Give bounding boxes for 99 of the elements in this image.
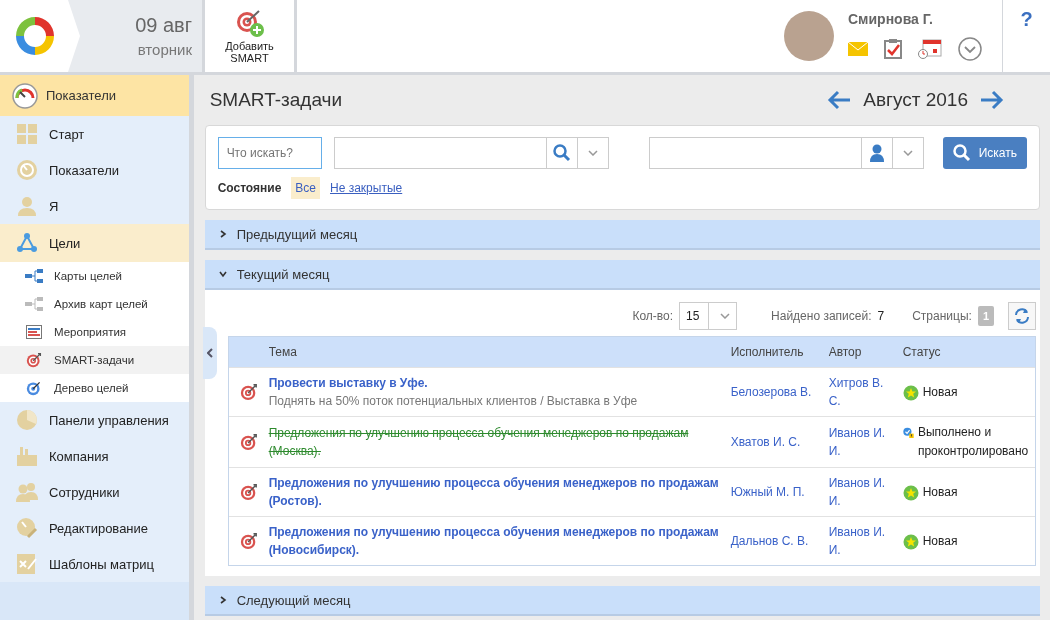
sidebar-item[interactable]: Шаблоны матриц [0, 546, 189, 582]
chevron-right-icon [218, 596, 227, 604]
weekday: вторник [137, 41, 192, 58]
sidebar-subitem[interactable]: Дерево целей [0, 374, 189, 402]
template-icon [16, 553, 38, 575]
target-icon [26, 352, 42, 368]
sidebar-subitem[interactable]: Карты целей [0, 262, 189, 290]
caret-icon[interactable] [587, 150, 598, 156]
gauge-pencil-icon [16, 517, 38, 539]
collapse-handle[interactable] [203, 327, 217, 379]
star-badge-icon [902, 384, 919, 401]
period-label: Август 2016 [863, 89, 968, 111]
search-icon[interactable] [552, 144, 571, 162]
triangle-nodes-icon [16, 232, 38, 254]
column-header[interactable]: Тема [268, 345, 731, 359]
found-label: Найдено записей: [771, 309, 872, 323]
calendar-clock-icon[interactable] [918, 39, 942, 59]
target-plus-icon [234, 8, 265, 38]
target-icon [239, 483, 258, 501]
date: 09 авг [135, 14, 192, 37]
author-link[interactable]: Иванов И. И. [828, 474, 889, 510]
sidebar-item[interactable]: Редактирование [0, 510, 189, 546]
count-select[interactable]: 15 [679, 302, 738, 330]
sidebar-subitem[interactable]: Архив карт целей [0, 290, 189, 318]
task-title-link[interactable]: Предложения по улучшению процесса обучения менеджеров по продажам (Москва). [268, 424, 731, 460]
target-icon [239, 532, 258, 550]
executor-link[interactable]: Белозерова В. [730, 383, 812, 401]
hierarchy-icon [25, 297, 43, 311]
state-filter-link[interactable]: Не закрытые [326, 177, 407, 199]
author-link[interactable]: Иванов И. И. [828, 523, 889, 559]
refresh-icon [1013, 307, 1031, 325]
person-icon [16, 195, 38, 217]
section-header[interactable]: Следующий месяц [204, 586, 1040, 616]
executor-link[interactable]: Хватов И. С. [730, 433, 801, 451]
status-text: Новая [922, 483, 958, 501]
task-title-link[interactable]: Провести выставку в Уфе. [268, 374, 428, 392]
person-icon[interactable] [868, 144, 885, 162]
author-link[interactable]: Хитров В. С. [828, 374, 889, 410]
section-title: Текущий месяц [236, 266, 330, 282]
status-text: Новая [922, 532, 958, 550]
search-button[interactable]: Искать [942, 137, 1027, 169]
user-name[interactable]: Смирнова Г. [848, 11, 982, 27]
sidebar-subitem[interactable]: Мероприятия [0, 318, 189, 346]
people-icon [15, 481, 39, 503]
sidebar-item[interactable]: Старт [0, 116, 189, 152]
sidebar-item[interactable]: Показатели [0, 152, 189, 188]
sidebar-item[interactable]: Я [0, 188, 189, 224]
refresh-button[interactable] [1008, 302, 1036, 330]
column-header[interactable]: Исполнитель [730, 345, 829, 359]
speedometer-icon [12, 82, 38, 109]
section-title: Показатели [46, 88, 116, 103]
gauge-icon [16, 159, 38, 181]
found-count: 7 [877, 309, 885, 323]
pie-chart-icon [16, 409, 38, 431]
sidebar-item[interactable]: Сотрудники [0, 474, 189, 510]
target-icon [239, 433, 258, 451]
section-header[interactable]: Текущий месяц [204, 260, 1040, 290]
sidebar-item[interactable]: Цели [0, 224, 189, 262]
search-field[interactable]: Что искать? [217, 137, 322, 169]
chevron-down-circle-icon[interactable] [958, 37, 982, 61]
executor-link[interactable]: Южный М. П. [730, 483, 805, 501]
search-icon [952, 144, 971, 162]
grid-icon [16, 123, 38, 145]
target-icon [26, 380, 42, 396]
chevron-right-icon [218, 230, 227, 238]
caret-icon[interactable] [902, 150, 913, 156]
column-header[interactable]: Автор [828, 345, 903, 359]
chevron-left-icon [207, 348, 213, 358]
task-subtitle: Поднять на 50% поток потенциальных клиентов / Выставка в Уфе [268, 393, 638, 410]
state-filter-link[interactable]: Все [291, 177, 320, 199]
page-title: SMART-задачи [209, 89, 343, 111]
section-header[interactable]: Предыдущий месяц [204, 220, 1040, 250]
state-label: Состояние [217, 181, 282, 195]
list-icon [26, 325, 42, 339]
target-icon [239, 383, 258, 401]
status-text: Новая [922, 383, 958, 401]
sidebar-subitem[interactable]: SMART-задачи [0, 346, 189, 374]
pages-label: Страницы: [912, 309, 972, 323]
section-title: Следующий месяц [236, 592, 351, 608]
task-title-link[interactable]: Предложения по улучшению процесса обучения менеджеров по продажам (Ростов). [268, 474, 731, 510]
status-text: Выполнено и проконтролировано [917, 424, 1030, 460]
task-title-link[interactable]: Предложения по улучшению процесса обучения менеджеров по продажам (Новосибирск). [268, 523, 731, 559]
clipboard-check-icon[interactable] [884, 39, 902, 59]
arrow-left-icon[interactable] [827, 90, 852, 110]
column-header[interactable]: Статус [902, 345, 1035, 359]
executor-link[interactable]: Дальнов С. В. [730, 532, 809, 550]
sidebar-item[interactable]: Компания [0, 438, 189, 474]
arrow-right-icon[interactable] [980, 90, 1004, 110]
chevron-down-icon [218, 270, 227, 278]
count-label: Кол-во: [632, 309, 674, 323]
section-title: Предыдущий месяц [236, 226, 358, 242]
caret-icon [720, 313, 731, 319]
factory-icon [16, 445, 38, 467]
sidebar-item[interactable]: Панели управления [0, 402, 189, 438]
author-link[interactable]: Иванов И. И. [828, 424, 889, 460]
avatar[interactable] [784, 11, 834, 61]
star-badge-icon [902, 533, 919, 550]
star-badge-icon [902, 484, 919, 501]
hierarchy-icon [25, 269, 43, 283]
